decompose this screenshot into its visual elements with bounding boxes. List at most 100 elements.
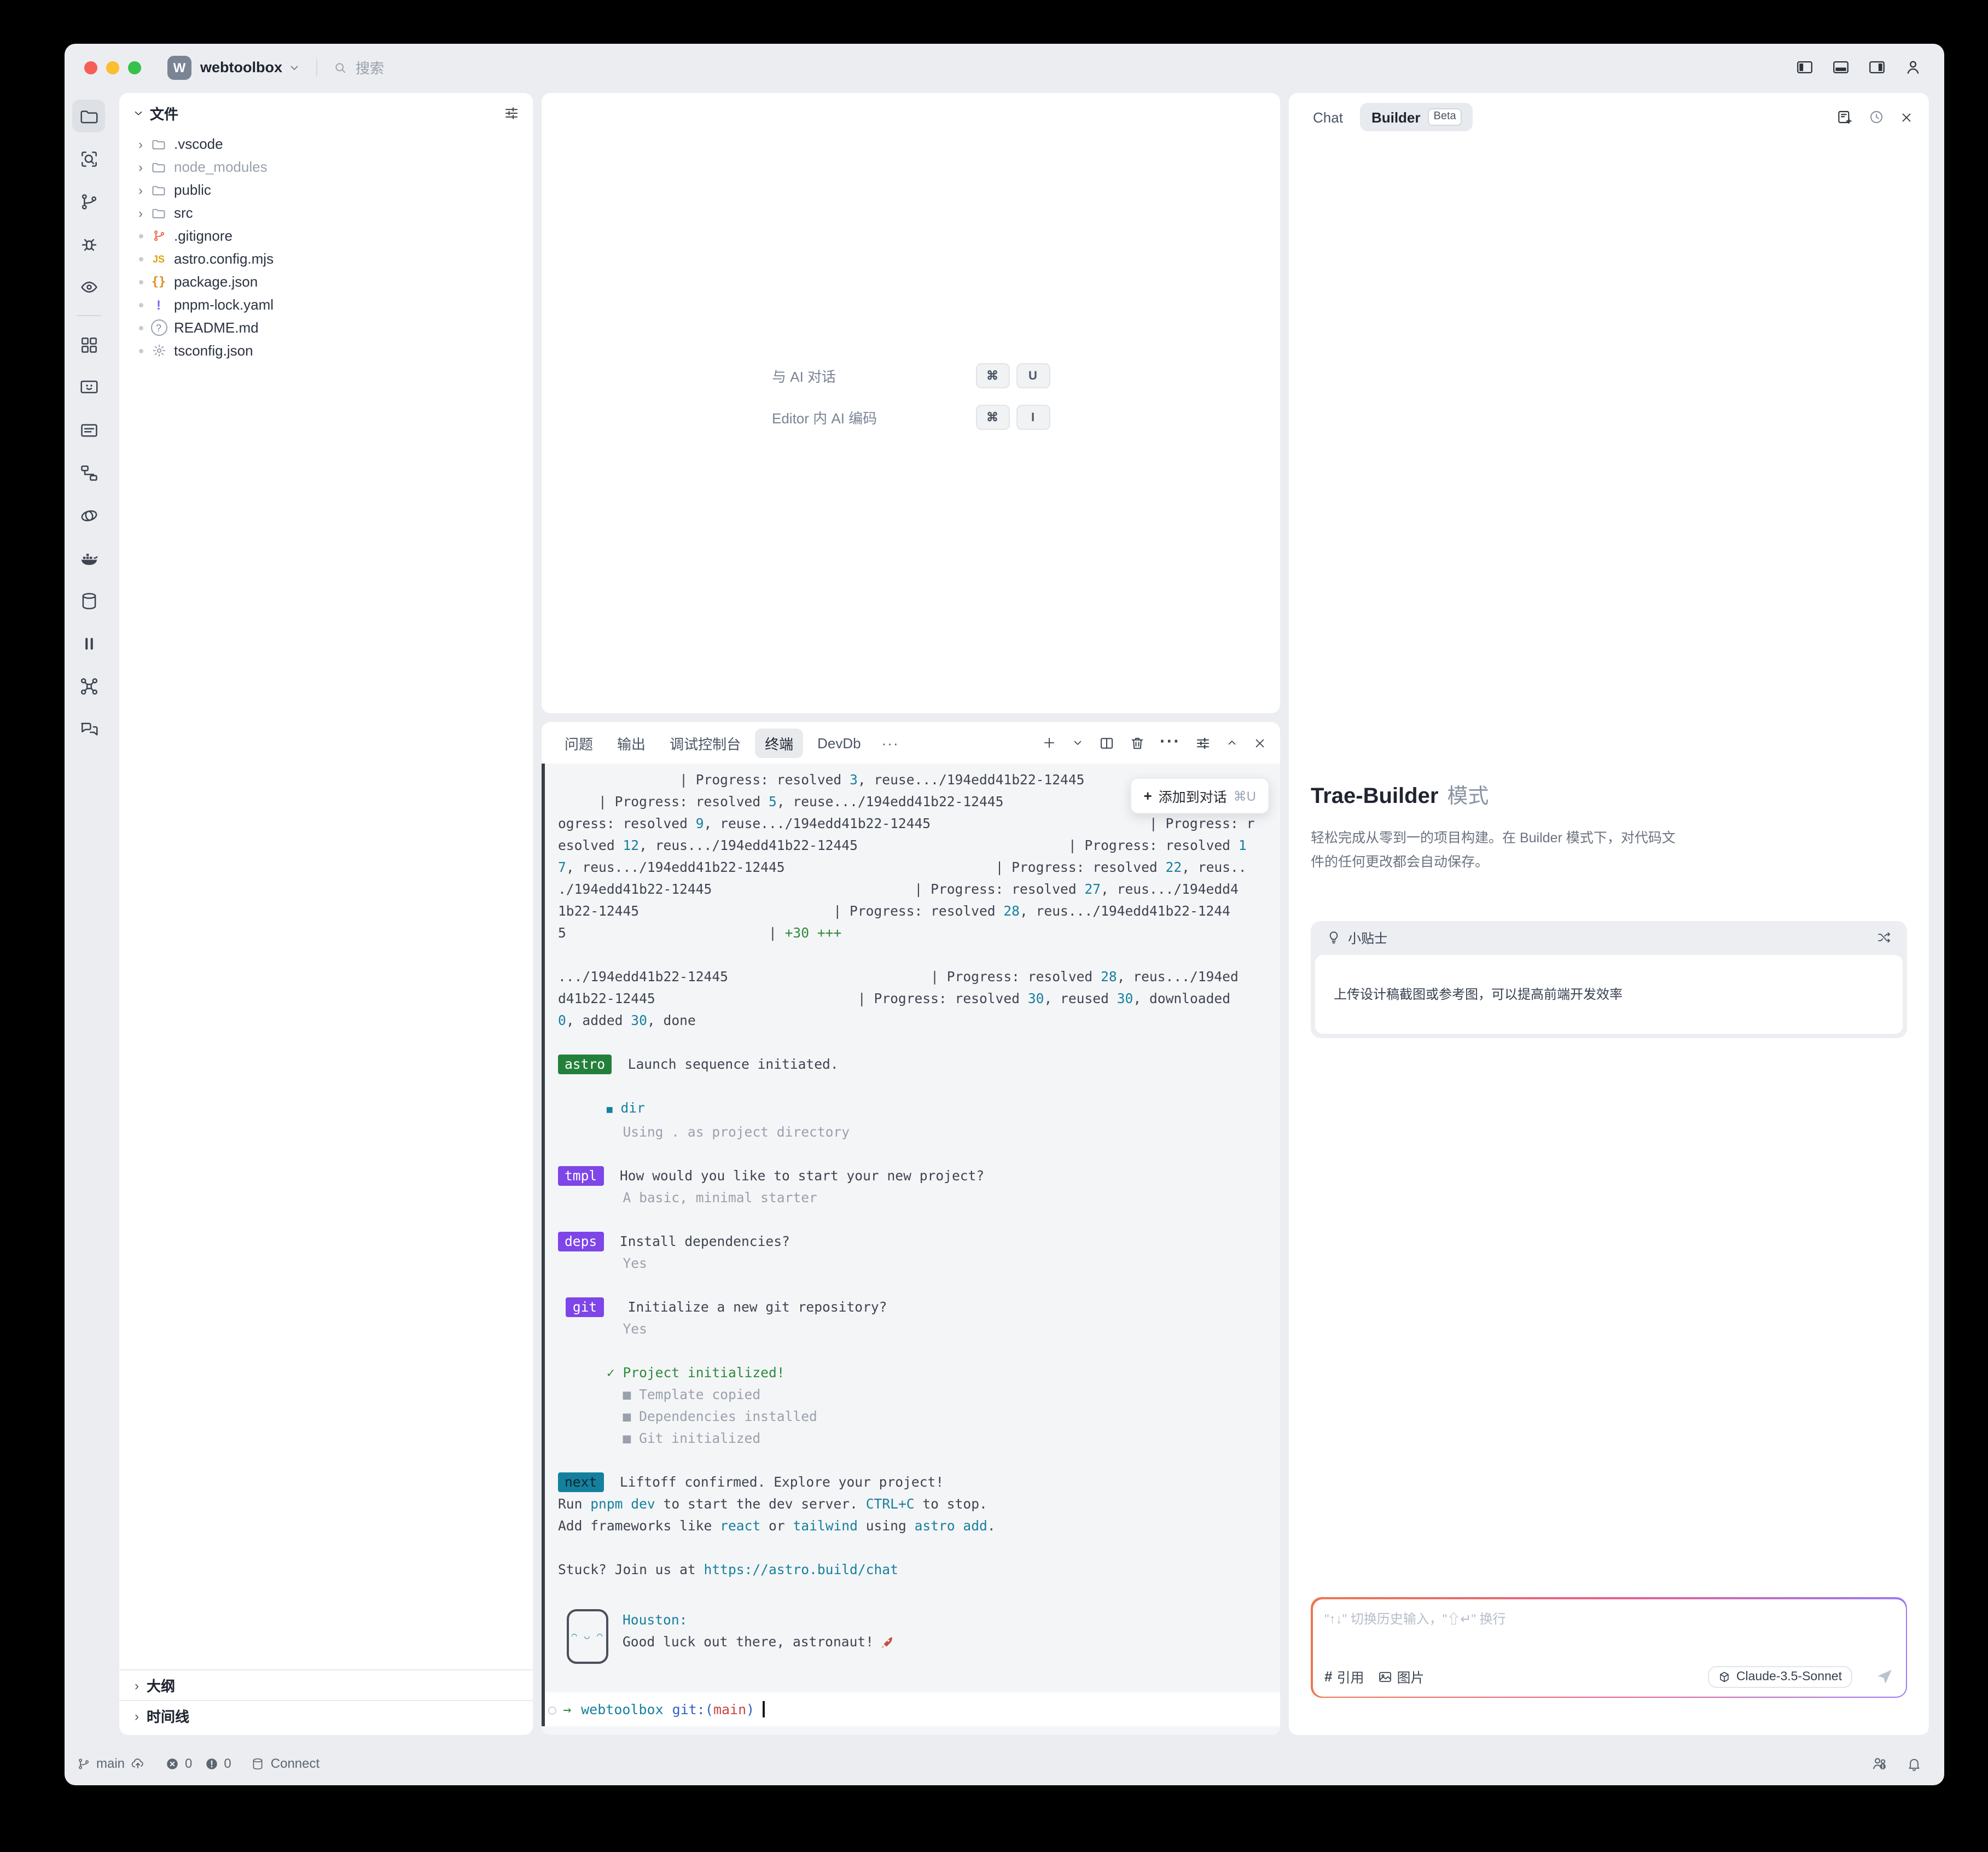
notifications-bell-icon[interactable] xyxy=(1906,1755,1922,1772)
send-icon[interactable] xyxy=(1875,1667,1893,1686)
terminal-line xyxy=(558,1340,1271,1362)
terminal-dropdown-chevron-icon[interactable] xyxy=(1071,736,1084,749)
comments-icon xyxy=(78,718,99,739)
activity-item-pause[interactable] xyxy=(72,627,105,660)
terminal-line: 0, added 30, done xyxy=(558,1010,1271,1032)
terminal-line: .../194edd41b22-12445 | Progress: resolv… xyxy=(558,966,1271,988)
zoom-window-button[interactable] xyxy=(128,61,141,74)
more-tabs-button[interactable]: ··· xyxy=(875,735,906,751)
file-row[interactable]: !pnpm-lock.yaml xyxy=(119,293,533,316)
docker-icon xyxy=(78,548,99,568)
split-terminal-button[interactable] xyxy=(1098,735,1115,751)
sidebar-section-大纲[interactable]: ›大纲 xyxy=(119,1669,533,1700)
panel-settings-icon[interactable] xyxy=(1195,735,1211,751)
file-row[interactable]: {}package.json xyxy=(119,270,533,293)
live-preview-icon xyxy=(78,377,99,398)
activity-item-source-control[interactable] xyxy=(72,185,105,218)
builder-mode-title: Trae-Builder模式 xyxy=(1311,780,1907,809)
activity-item-sketch-globe[interactable] xyxy=(72,499,105,532)
shuffle-tip-icon[interactable] xyxy=(1876,930,1892,946)
minimize-window-button[interactable] xyxy=(106,61,119,74)
file-row[interactable]: tsconfig.json xyxy=(119,339,533,362)
git-branch-status[interactable]: main xyxy=(77,1756,146,1771)
panel-tab-DevDb[interactable]: DevDb xyxy=(807,730,871,755)
file-row[interactable]: ›public xyxy=(119,178,533,201)
plus-icon: + xyxy=(1143,788,1152,804)
file-row[interactable]: ›src xyxy=(119,201,533,224)
editor-area[interactable]: 与 AI 对话⌘UEditor 内 AI 编码⌘I xyxy=(542,93,1280,713)
devdb-connect-status[interactable]: Connect xyxy=(251,1756,319,1771)
toggle-right-panel-button[interactable] xyxy=(1868,58,1886,77)
problems-status[interactable]: 0 0 xyxy=(165,1756,231,1771)
toggle-left-panel-button[interactable] xyxy=(1795,58,1814,77)
activity-item-extensions[interactable] xyxy=(72,328,105,361)
chat-input[interactable]: "↑↓" 切换历史输入，"⇧↵" 换行 # 引用 图片 xyxy=(1312,1599,1905,1696)
close-window-button[interactable] xyxy=(84,61,97,74)
close-panel-icon[interactable] xyxy=(1253,736,1267,750)
global-search[interactable]: 搜索 xyxy=(333,57,384,78)
maximize-panel-chevron-icon[interactable] xyxy=(1225,736,1239,749)
account-button[interactable] xyxy=(1904,58,1922,77)
file-row[interactable]: ?README.md xyxy=(119,316,533,339)
terminal-line: Run pnpm dev to start the dev server. CT… xyxy=(558,1493,1271,1515)
sidebar-section-时间线[interactable]: ›时间线 xyxy=(119,1700,533,1731)
panel-tab-bar: 问题输出调试控制台终端DevDb ··· ··· xyxy=(542,722,1280,764)
activity-item-database[interactable] xyxy=(72,584,105,617)
explorer-filter-icon[interactable] xyxy=(503,105,520,121)
new-terminal-button[interactable] xyxy=(1042,735,1057,750)
reference-button[interactable]: # 引用 xyxy=(1324,1666,1364,1687)
file-dot xyxy=(133,279,148,284)
tab-builder[interactable]: Builder Beta xyxy=(1361,103,1473,131)
terminal-output[interactable]: + 添加到对话 ⌘U | Progress: resolved 3, reuse… xyxy=(542,764,1280,1735)
kill-terminal-button[interactable] xyxy=(1129,735,1146,751)
model-selector[interactable]: Claude-3.5-Sonnet xyxy=(1708,1665,1852,1687)
workspace-chevron-down-icon[interactable] xyxy=(288,61,301,74)
close-chat-icon[interactable] xyxy=(1899,110,1914,124)
activity-item-comments[interactable] xyxy=(72,712,105,745)
add-to-chat-button[interactable]: + 添加到对话 ⌘U xyxy=(1130,778,1269,814)
activity-item-docker[interactable] xyxy=(72,541,105,574)
ai-hint: Editor 内 AI 编码⌘I xyxy=(772,405,1050,430)
file-row[interactable]: ›node_modules xyxy=(119,155,533,178)
file-dot xyxy=(133,234,148,238)
more-actions-button[interactable]: ··· xyxy=(1160,733,1181,753)
activity-item-debug[interactable] xyxy=(72,228,105,260)
workspace-title[interactable]: webtoolbox xyxy=(200,59,282,75)
accounts-alert-icon[interactable] xyxy=(1871,1755,1888,1772)
activity-item-remote-eye[interactable] xyxy=(72,270,105,303)
chat-body: Trae-Builder模式 轻松完成从零到一的项目构建。在 Builder 模… xyxy=(1289,141,1929,1735)
terminal-line xyxy=(558,1209,1271,1231)
terminal-line: astro Launch sequence initiated. xyxy=(558,1053,1271,1075)
history-icon[interactable] xyxy=(1868,108,1885,126)
image-icon xyxy=(1377,1669,1393,1684)
sketch-globe-icon xyxy=(78,505,99,526)
panel-tab-终端[interactable]: 终端 xyxy=(755,728,803,758)
terminal-line: d41b22-12445 | Progress: resolved 30, re… xyxy=(558,988,1271,1010)
file-row[interactable]: ›.vscode xyxy=(119,132,533,155)
activity-item-drone[interactable] xyxy=(72,669,105,702)
shortcut-label: ⌘U xyxy=(1234,788,1256,803)
toggle-bottom-panel-button[interactable] xyxy=(1832,58,1850,77)
file-row[interactable]: JSastro.config.mjs xyxy=(119,247,533,270)
activity-item-search[interactable] xyxy=(72,142,105,175)
panel-tab-问题[interactable]: 问题 xyxy=(555,728,603,758)
terminal-line: ■ Dependencies installed xyxy=(558,1406,1271,1428)
hash-icon: # xyxy=(1324,1668,1332,1685)
terminal-prompt[interactable]: ○ → webtoolbox git:(main) xyxy=(542,1692,1280,1726)
file-row[interactable]: .gitignore xyxy=(119,224,533,247)
chevron-down-icon xyxy=(132,107,144,119)
screen: W webtoolbox 搜索 xyxy=(0,0,1988,1852)
panel-tab-调试控制台[interactable]: 调试控制台 xyxy=(660,728,751,758)
explorer-header[interactable]: 文件 xyxy=(119,93,533,130)
activity-item-live-preview[interactable] xyxy=(72,371,105,404)
chevron-right-icon: › xyxy=(135,1678,139,1693)
chevron-right-icon: › xyxy=(135,1708,139,1723)
tab-chat[interactable]: Chat xyxy=(1304,103,1352,131)
new-chat-icon[interactable] xyxy=(1836,108,1853,126)
activity-item-workflow[interactable] xyxy=(72,456,105,489)
activity-item-explorer[interactable] xyxy=(72,100,105,132)
panel-tab-输出[interactable]: 输出 xyxy=(607,728,655,758)
terminal-cursor xyxy=(762,1701,764,1717)
activity-item-feed[interactable] xyxy=(72,414,105,446)
attach-image-button[interactable]: 图片 xyxy=(1377,1666,1425,1687)
